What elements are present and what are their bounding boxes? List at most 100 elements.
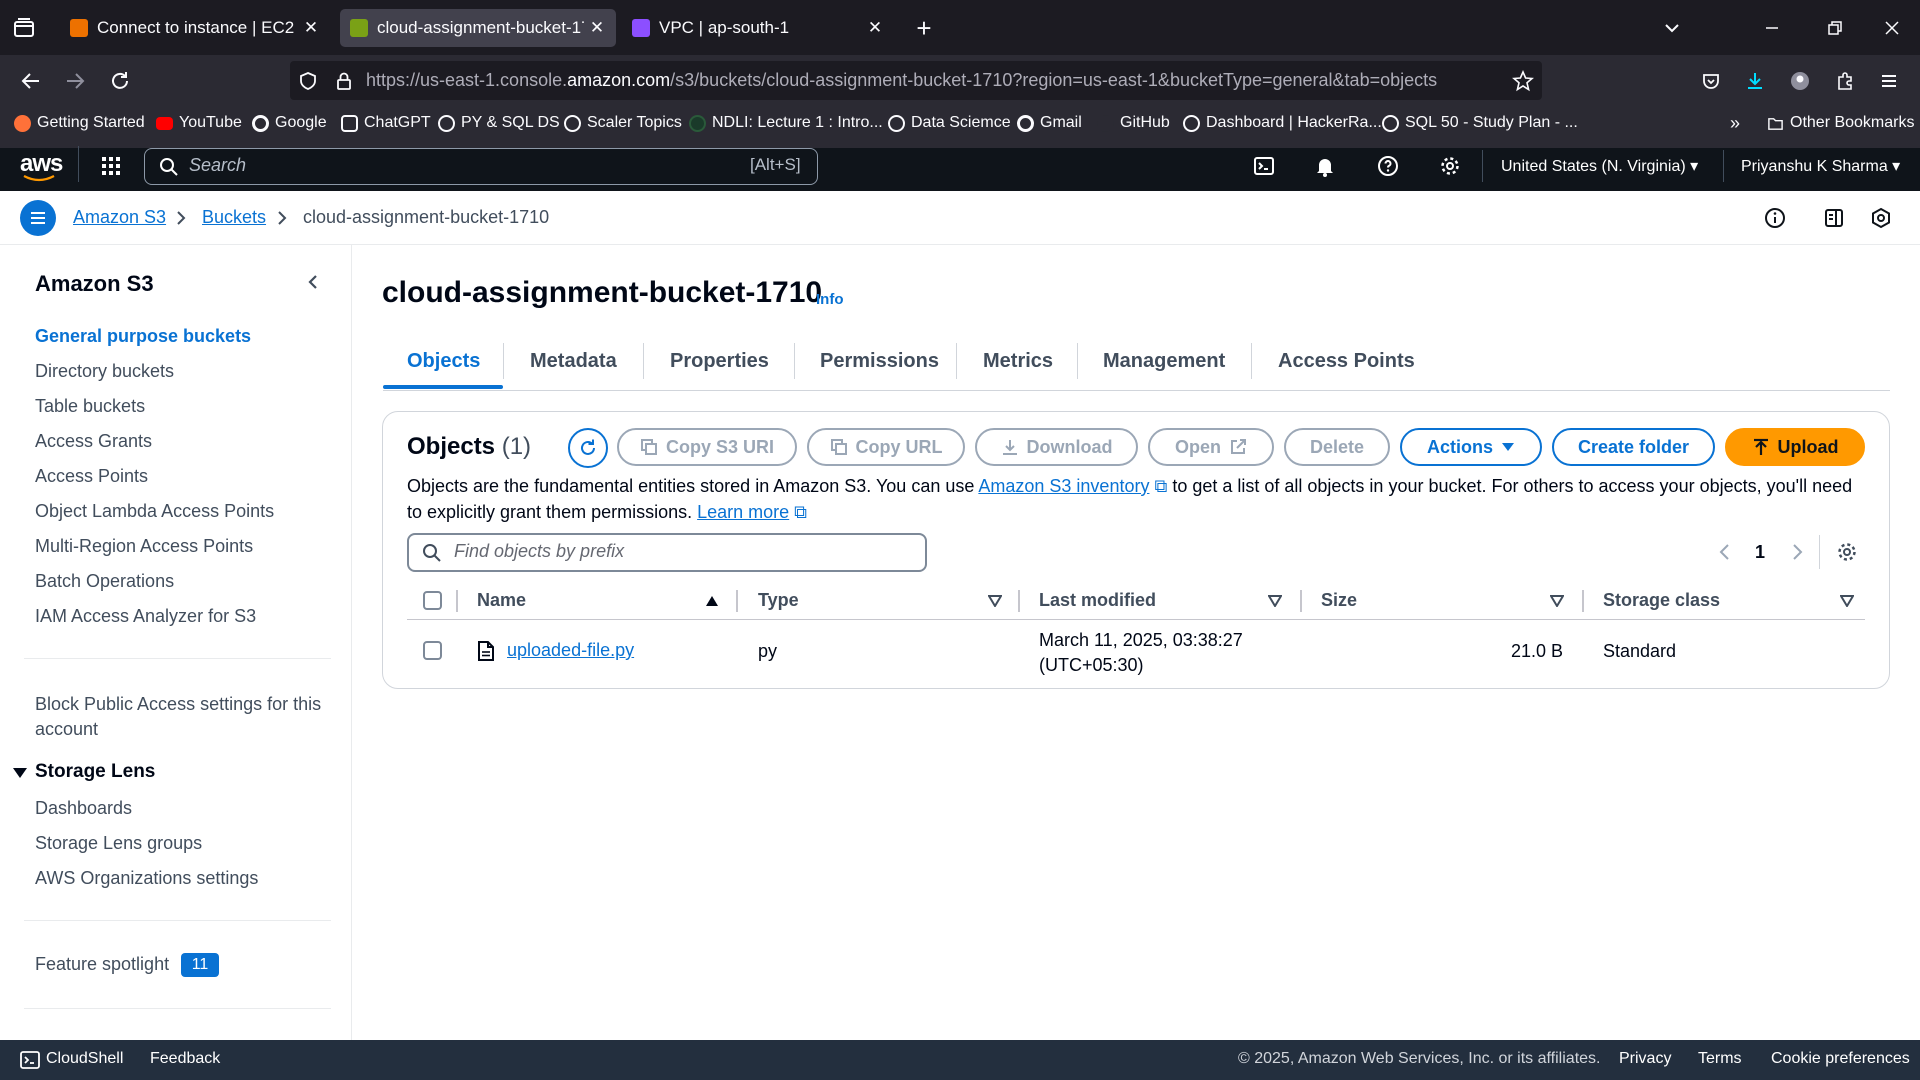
- account-menu[interactable]: Priyanshu K Sharma ▾: [1741, 156, 1900, 176]
- tab-metadata[interactable]: Metadata: [530, 350, 617, 373]
- forward-icon[interactable]: [62, 68, 88, 94]
- caret-down-icon[interactable]: [12, 766, 28, 780]
- bookmark-google[interactable]: Google: [252, 113, 327, 133]
- tab-properties[interactable]: Properties: [670, 350, 769, 373]
- actions-button[interactable]: Actions: [1400, 428, 1542, 466]
- close-tab-icon[interactable]: ✕: [302, 18, 320, 38]
- downloads-icon[interactable]: [1742, 68, 1768, 94]
- row-checkbox[interactable]: [423, 641, 442, 660]
- column-header-size[interactable]: Size: [1321, 590, 1357, 611]
- breadcrumb-amazon-s3[interactable]: Amazon S3: [73, 207, 166, 228]
- tab-objects[interactable]: Objects: [407, 350, 480, 373]
- sidebar-item-block-public-access[interactable]: Block Public Access settings for this acc…: [35, 692, 321, 742]
- copy-s3-uri-button[interactable]: Copy S3 URI: [617, 428, 797, 466]
- bookmark-scaler[interactable]: Scaler Topics: [564, 113, 682, 133]
- sort-icon[interactable]: [988, 595, 1002, 607]
- select-all-checkbox[interactable]: [423, 591, 442, 610]
- collapse-sidebar-icon[interactable]: [304, 273, 322, 291]
- shield-icon[interactable]: [296, 69, 320, 93]
- sidebar-item-dashboards[interactable]: Dashboards: [35, 798, 132, 819]
- bookmark-sql50[interactable]: SQL 50 - Study Plan - ...: [1382, 113, 1578, 133]
- new-tab-icon[interactable]: +: [912, 13, 936, 43]
- notes-panel-icon[interactable]: [1822, 206, 1846, 230]
- sidebar-item-aws-organizations[interactable]: AWS Organizations settings: [35, 868, 258, 889]
- column-header-type[interactable]: Type: [758, 590, 799, 611]
- services-grid-icon[interactable]: [99, 154, 123, 178]
- bookmark-star-icon[interactable]: [1510, 68, 1536, 94]
- download-button[interactable]: Download: [975, 428, 1138, 466]
- amazon-q-icon[interactable]: [1869, 206, 1893, 230]
- delete-button[interactable]: Delete: [1284, 428, 1390, 466]
- tab-management[interactable]: Management: [1103, 350, 1225, 373]
- region-selector[interactable]: United States (N. Virginia) ▾: [1501, 156, 1698, 176]
- bookmark-github[interactable]: GitHub: [1097, 113, 1170, 133]
- bookmark-youtube[interactable]: YouTube: [156, 113, 242, 133]
- restore-icon[interactable]: [1823, 16, 1847, 40]
- sort-ascending-icon[interactable]: [705, 595, 719, 607]
- help-icon[interactable]: [1376, 154, 1400, 178]
- sort-icon[interactable]: [1840, 595, 1854, 607]
- storage-lens-section[interactable]: Storage Lens: [35, 761, 155, 783]
- tab-list-icon[interactable]: [12, 16, 36, 40]
- page-next-icon[interactable]: [1789, 543, 1805, 561]
- sort-icon[interactable]: [1550, 595, 1564, 607]
- tab-metrics[interactable]: Metrics: [983, 350, 1053, 373]
- pocket-icon[interactable]: [1698, 68, 1724, 94]
- open-button[interactable]: Open: [1148, 428, 1274, 466]
- settings-gear-icon[interactable]: [1438, 154, 1462, 178]
- sidebar-item-directory-buckets[interactable]: Directory buckets: [35, 361, 174, 382]
- close-tab-icon[interactable]: ✕: [866, 18, 884, 38]
- sidebar-item-object-lambda[interactable]: Object Lambda Access Points: [35, 501, 274, 522]
- info-link[interactable]: Info: [816, 291, 844, 308]
- cloudshell-icon[interactable]: [1252, 154, 1276, 178]
- app-menu-icon[interactable]: [1876, 68, 1902, 94]
- other-bookmarks[interactable]: Other Bookmarks: [1767, 113, 1914, 133]
- sidebar-item-access-grants[interactable]: Access Grants: [35, 431, 152, 452]
- extensions-icon[interactable]: [1832, 68, 1858, 94]
- browser-tab-vpc[interactable]: VPC | ap-south-1 ✕: [622, 9, 894, 47]
- more-bookmarks-chevron-icon[interactable]: »: [1730, 113, 1740, 133]
- close-window-icon[interactable]: [1880, 16, 1904, 40]
- minimize-icon[interactable]: [1760, 16, 1784, 40]
- refresh-button[interactable]: [568, 428, 608, 468]
- copy-url-button[interactable]: Copy URL: [807, 428, 965, 466]
- tab-access-points[interactable]: Access Points: [1278, 350, 1415, 373]
- sidebar-item-storage-lens-groups[interactable]: Storage Lens groups: [35, 833, 202, 854]
- object-name-link[interactable]: uploaded-file.py: [507, 640, 634, 661]
- back-icon[interactable]: [18, 68, 44, 94]
- page-number[interactable]: 1: [1755, 542, 1765, 563]
- create-folder-button[interactable]: Create folder: [1552, 428, 1715, 466]
- sort-icon[interactable]: [1268, 595, 1282, 607]
- column-header-name[interactable]: Name: [477, 590, 526, 611]
- sidebar-item-table-buckets[interactable]: Table buckets: [35, 396, 145, 417]
- browser-tab-ec2[interactable]: Connect to instance | EC2 | ap-s ✕: [60, 9, 330, 47]
- bookmark-gmail[interactable]: Gmail: [1017, 113, 1082, 133]
- account-icon[interactable]: [1787, 68, 1813, 94]
- s3-inventory-link[interactable]: Amazon S3 inventory: [978, 476, 1149, 496]
- url-text[interactable]: https://us-east-1.console.amazon.com/s3/…: [366, 70, 1437, 91]
- page-prev-icon[interactable]: [1717, 543, 1733, 561]
- upload-button[interactable]: Upload: [1725, 428, 1865, 466]
- list-all-tabs-icon[interactable]: [1660, 16, 1684, 40]
- privacy-link[interactable]: Privacy: [1619, 1050, 1671, 1068]
- bookmark-chatgpt[interactable]: ChatGPT: [341, 113, 431, 133]
- terms-link[interactable]: Terms: [1698, 1050, 1742, 1068]
- bookmark-data-science[interactable]: Data Sciemce: [888, 113, 1011, 133]
- sidebar-item-general-purpose-buckets[interactable]: General purpose buckets: [35, 326, 251, 347]
- column-header-last-modified[interactable]: Last modified: [1039, 590, 1156, 611]
- tab-permissions[interactable]: Permissions: [820, 350, 939, 373]
- browser-tab-s3[interactable]: cloud-assignment-bucket-1710 ✕: [340, 9, 616, 47]
- bookmark-hackerrank[interactable]: Dashboard | HackerRa...: [1183, 113, 1382, 133]
- sidebar-item-iam-access-analyzer[interactable]: IAM Access Analyzer for S3: [35, 606, 256, 627]
- close-tab-icon[interactable]: ✕: [588, 18, 606, 38]
- feature-spotlight[interactable]: Feature spotlight: [35, 954, 169, 975]
- reload-icon[interactable]: [107, 68, 133, 94]
- sidebar-item-multi-region[interactable]: Multi-Region Access Points: [35, 536, 253, 557]
- bookmark-ndli[interactable]: NDLI: Lecture 1 : Intro...: [689, 113, 883, 133]
- column-header-storage-class[interactable]: Storage class: [1603, 590, 1720, 611]
- info-panel-icon[interactable]: [1763, 206, 1787, 230]
- cookie-preferences-link[interactable]: Cookie preferences: [1771, 1050, 1910, 1068]
- cloudshell-footer-button[interactable]: CloudShell: [20, 1050, 123, 1069]
- table-preferences-gear-icon[interactable]: [1836, 541, 1858, 563]
- sidebar-item-access-points[interactable]: Access Points: [35, 466, 148, 487]
